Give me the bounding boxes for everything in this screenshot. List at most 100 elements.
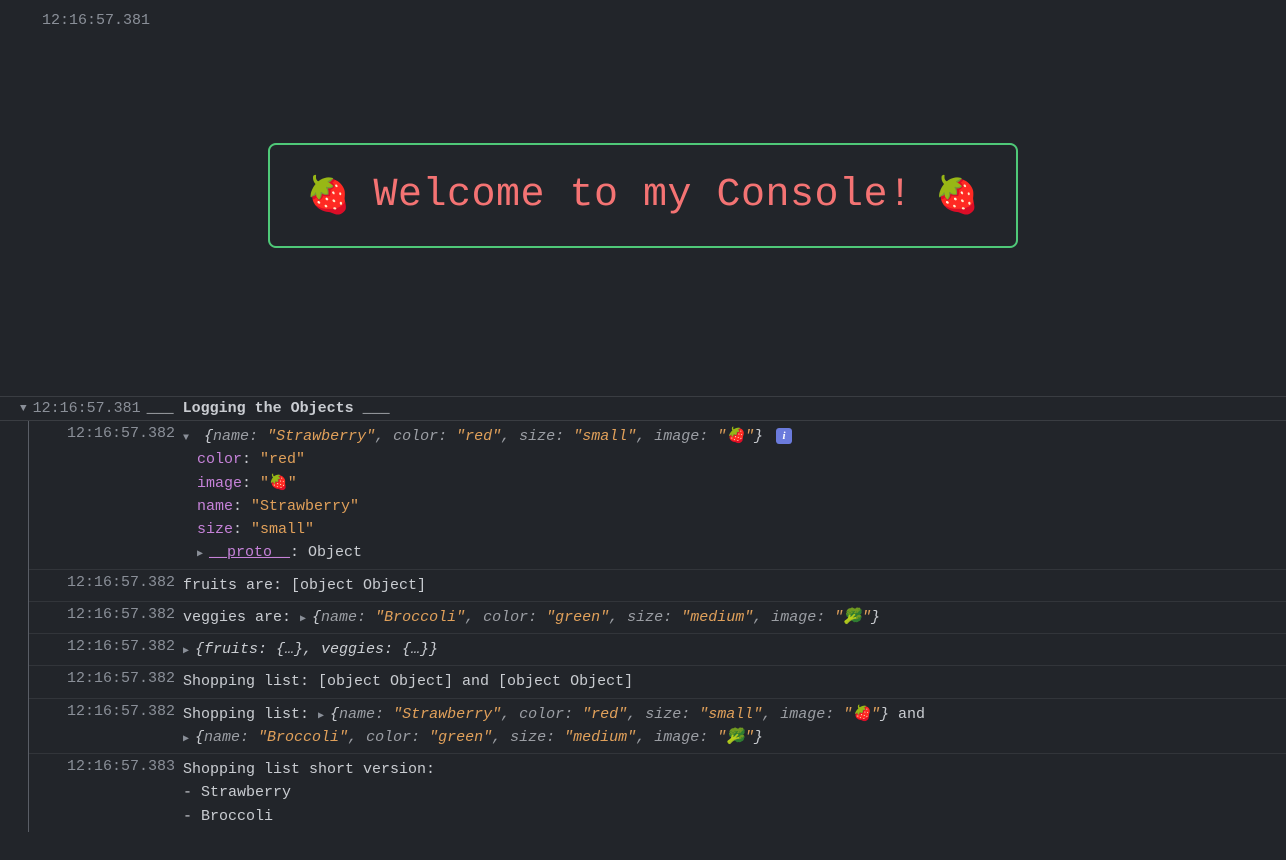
brace: } [754,428,763,445]
prop-key: color: [393,428,447,445]
prop-key: image: [654,428,708,445]
console-group-header[interactable]: ▼ 12:16:57.381 ___ Logging the Objects _… [0,396,1286,421]
brace: } [871,609,880,626]
disclosure-triangle-icon[interactable]: ▼ [183,431,195,447]
prop-value: "Strawberry" [267,428,375,445]
prop-key: name: [213,428,258,445]
timestamp: 12:16:57.382 [29,574,183,597]
log-text-line: Shopping list short version: [183,761,435,778]
prop-value: Object [308,544,362,561]
log-line: 12:16:57.382 Shopping list: ▶{name: "Str… [29,698,1286,754]
timestamp: 12:16:57.382 [29,425,183,565]
timestamp: 12:16:57.383 [29,758,183,828]
prop-value: "small" [573,428,636,445]
log-text: fruits are: [object Object] [183,574,1278,597]
log-text: and [889,706,925,723]
disclosure-triangle-icon[interactable]: ▼ [20,403,27,415]
prop-row[interactable]: color: "red" [197,448,1278,471]
prop-key: image: [771,609,825,626]
prop-row[interactable]: name: "Strawberry" [197,495,1278,518]
log-text: Shopping list short version: - Strawberr… [183,758,1278,828]
disclosure-triangle-icon[interactable]: ▶ [183,644,195,660]
prop-key: image: [780,706,834,723]
prop-value: "🍓" [843,706,880,723]
console-group-body: 12:16:57.382 ▼ {name: "Strawberry", colo… [28,421,1286,832]
log-body: veggies are: ▶{name: "Broccoli", color: … [183,606,1278,629]
prop-key: color: [519,706,573,723]
prop-key: name: [321,609,366,626]
object-preview[interactable]: {name: "Broccoli", color: "green", size:… [195,729,763,746]
strawberry-icon: 🍓 [306,174,351,218]
timestamp: 12:16:57.381 [0,8,1286,33]
disclosure-triangle-icon[interactable]: ▶ [318,709,330,725]
log-text-line: - Broccoli [183,808,273,825]
welcome-banner: 🍓 Welcome to my Console! 🍓 [268,143,1018,248]
prop-value: "🍓" [717,428,754,445]
prop-value: "Strawberry" [251,498,359,515]
object-preview[interactable]: {name: "Strawberry", color: "red", size:… [204,428,772,445]
object-preview[interactable]: {fruits: {…}, veggies: {…}} [195,641,438,658]
prop-value: "small" [251,521,314,538]
disclosure-triangle-icon[interactable]: ▶ [197,547,209,563]
object-properties: color: "red" image: "🍓" name: "Strawberr… [197,448,1278,564]
prop-key: size: [519,428,564,445]
info-icon[interactable]: i [776,428,792,444]
banner-text: Welcome to my Console! [373,173,912,218]
prop-value: "Broccoli" [258,729,348,746]
log-body: Shopping list: ▶{name: "Strawberry", col… [183,703,1278,750]
prop-value: "medium" [681,609,753,626]
log-prefix: Shopping list: [183,706,318,723]
log-line: 12:16:57.382 ▼ {name: "Strawberry", colo… [29,421,1286,569]
prop-key: size: [627,609,672,626]
prop-row-proto[interactable]: ▶__proto__: Object [197,541,1278,564]
log-line: 12:16:57.383 Shopping list short version… [29,753,1286,832]
brace: } [880,706,889,723]
prop-row[interactable]: size: "small" [197,518,1278,541]
brace: { [204,428,213,445]
prop-value: "🍓" [260,475,297,492]
log-line: 12:16:57.382 Shopping list: [object Obje… [29,665,1286,697]
timestamp: 12:16:57.382 [29,606,183,629]
prop-key: color [197,451,242,468]
disclosure-triangle-icon[interactable]: ▶ [300,612,312,628]
prop-key: name: [204,729,249,746]
prop-key: name: [339,706,384,723]
prop-value: "green" [429,729,492,746]
log-line: 12:16:57.382 veggies are: ▶{name: "Brocc… [29,601,1286,633]
prop-key: size [197,521,233,538]
log-prefix: veggies are: [183,609,300,626]
brace: { [312,609,321,626]
object-preview[interactable]: {name: "Broccoli", color: "green", size:… [312,609,880,626]
group-title: ___ Logging the Objects ___ [147,400,390,417]
log-body: ▼ {name: "Strawberry", color: "red", siz… [183,425,1278,565]
prop-value: "Strawberry" [393,706,501,723]
object-preview[interactable]: {name: "Strawberry", color: "red", size:… [330,706,889,723]
log-body: ▶{fruits: {…}, veggies: {…}} [183,638,1278,661]
prop-key: image [197,475,242,492]
prop-key: size: [645,706,690,723]
timestamp: 12:16:57.382 [29,670,183,693]
banner-entry: 12:16:57.381 🍓 Welcome to my Console! 🍓 [0,0,1286,396]
log-text: Shopping list: [object Object] and [obje… [183,670,1278,693]
timestamp: 12:16:57.382 [29,703,183,750]
timestamp: 12:16:57.382 [29,638,183,661]
prop-key: __proto__ [209,544,290,561]
brace: { [195,729,204,746]
disclosure-triangle-icon[interactable]: ▶ [183,732,195,748]
prop-key: color: [483,609,537,626]
prop-key: image: [654,729,708,746]
log-line: 12:16:57.382 fruits are: [object Object] [29,569,1286,601]
prop-key: size: [510,729,555,746]
brace: } [754,729,763,746]
prop-value: "🥦" [834,609,871,626]
prop-row[interactable]: image: "🍓" [197,472,1278,495]
prop-value: "red" [582,706,627,723]
prop-value: "medium" [564,729,636,746]
log-text-line: - Strawberry [183,784,291,801]
log-line: 12:16:57.382 ▶{fruits: {…}, veggies: {…}… [29,633,1286,665]
prop-value: "small" [699,706,762,723]
prop-value: "green" [546,609,609,626]
banner-wrap: 🍓 Welcome to my Console! 🍓 [0,33,1286,396]
prop-value: "red" [456,428,501,445]
brace: { [330,706,339,723]
